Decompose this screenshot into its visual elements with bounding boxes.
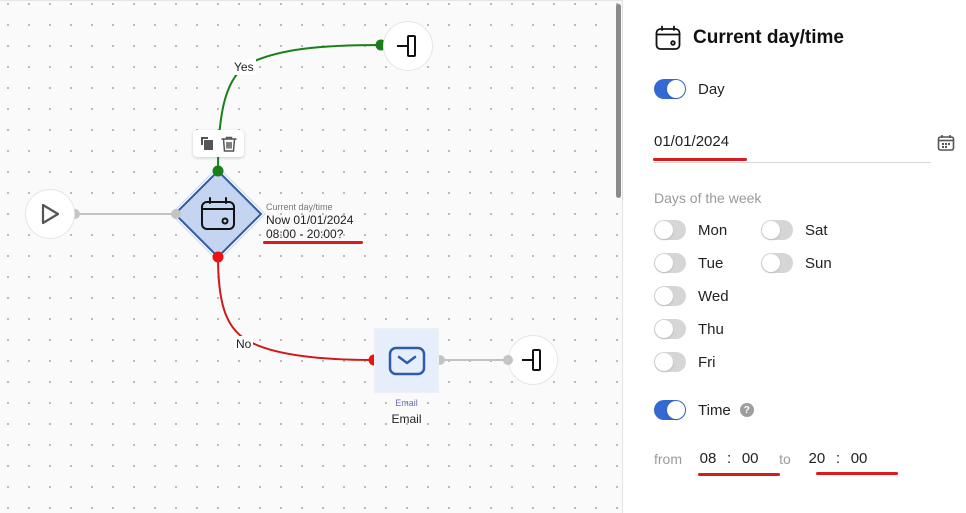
time-toggle[interactable]	[654, 400, 686, 420]
to-hour-input[interactable]	[804, 450, 829, 467]
toggle-knob	[655, 320, 673, 338]
copy-icon[interactable]	[199, 136, 215, 152]
calendar-icon	[655, 25, 681, 50]
toggle-knob	[762, 254, 780, 272]
time-toggle-label: Time	[698, 401, 731, 419]
email-node-type: Email	[395, 398, 418, 408]
toggle-knob	[667, 80, 685, 98]
wed-label: Wed	[698, 287, 729, 305]
help-icon[interactable]: ?	[739, 403, 754, 417]
day-toggle[interactable]	[654, 79, 686, 99]
thu-label: Thu	[698, 320, 724, 338]
date-input[interactable]	[653, 133, 853, 150]
properties-panel: Current day/time Day Days of the week Mo…	[622, 0, 966, 513]
exit-icon	[397, 35, 416, 57]
from-hour-input[interactable]	[696, 450, 720, 467]
toggle-knob	[655, 221, 673, 239]
email-node-name: Email	[391, 412, 422, 426]
highlight-underline	[653, 158, 747, 161]
exit-icon	[522, 349, 541, 371]
fri-label: Fri	[698, 353, 716, 371]
exit-node-yes[interactable]	[383, 21, 433, 71]
flow-canvas[interactable]: Yes No Current day/time Now 01/01/2024 0…	[0, 0, 622, 513]
day-toggle-label: Day	[698, 80, 725, 98]
day-toggle-row: Day	[654, 79, 725, 99]
condition-no-port[interactable]	[212, 251, 224, 263]
mon-toggle[interactable]	[654, 220, 686, 240]
day-row-mon: Mon	[654, 220, 727, 240]
edge-no-label: No	[234, 336, 254, 352]
day-row-thu: Thu	[654, 319, 724, 339]
thu-toggle[interactable]	[654, 319, 686, 339]
day-row-fri: Fri	[654, 352, 716, 372]
edge-yes-label: Yes	[232, 59, 256, 75]
mon-label: Mon	[698, 221, 728, 239]
fri-toggle[interactable]	[654, 352, 686, 372]
condition-yes-port[interactable]	[212, 165, 224, 177]
to-minute-input[interactable]	[847, 450, 872, 467]
highlight-underline	[263, 241, 363, 244]
panel-header: Current day/time	[655, 25, 844, 51]
sun-toggle[interactable]	[761, 253, 793, 273]
time-toggle-row: Time ?	[654, 400, 754, 420]
trash-icon[interactable]	[220, 135, 238, 153]
wed-toggle[interactable]	[654, 286, 686, 306]
condition-line-2: 08:00 - 20:00?	[266, 227, 344, 241]
day-row-wed: Wed	[654, 286, 729, 306]
play-icon	[41, 203, 60, 225]
to-label: to	[779, 450, 791, 467]
days-section-label: Days of the week	[654, 190, 762, 206]
tue-label: Tue	[698, 254, 724, 272]
exit-node-no[interactable]	[508, 335, 558, 385]
toggle-knob	[667, 401, 685, 419]
node-toolbar	[193, 130, 244, 157]
start-node[interactable]	[25, 189, 75, 239]
time-separator: :	[727, 450, 732, 467]
panel-title: Current day/time	[693, 27, 844, 48]
tue-toggle[interactable]	[654, 253, 686, 273]
mail-icon	[388, 346, 425, 375]
highlight-underline	[816, 472, 898, 475]
date-picker-calendar-icon[interactable]	[937, 134, 955, 157]
day-row-sat: Sat	[761, 220, 828, 240]
canvas-scrollbar[interactable]	[616, 4, 621, 198]
condition-node[interactable]	[173, 169, 263, 259]
condition-type-label: Current day/time	[266, 202, 333, 212]
edges-layer	[70, 39, 508, 366]
highlight-underline	[698, 473, 780, 476]
day-row-tue: Tue	[654, 253, 723, 273]
toggle-knob	[762, 221, 780, 239]
email-node[interactable]	[374, 328, 439, 393]
condition-node-info: Current day/time Now 01/01/2024 08:00 - …	[266, 201, 353, 241]
from-label: from	[654, 450, 682, 467]
sat-label: Sat	[805, 221, 828, 239]
time-range: from : to :	[654, 450, 872, 467]
toggle-knob	[655, 254, 673, 272]
sun-label: Sun	[805, 254, 832, 272]
condition-line-1: Now 01/01/2024	[266, 213, 354, 227]
time-separator: :	[835, 450, 841, 467]
condition-in-port[interactable]	[171, 209, 181, 219]
day-row-sun: Sun	[761, 253, 832, 273]
sat-toggle[interactable]	[761, 220, 793, 240]
workflow-editor: Yes No Current day/time Now 01/01/2024 0…	[0, 0, 966, 513]
toggle-knob	[655, 353, 673, 371]
toggle-knob	[655, 287, 673, 305]
from-minute-input[interactable]	[738, 450, 763, 467]
